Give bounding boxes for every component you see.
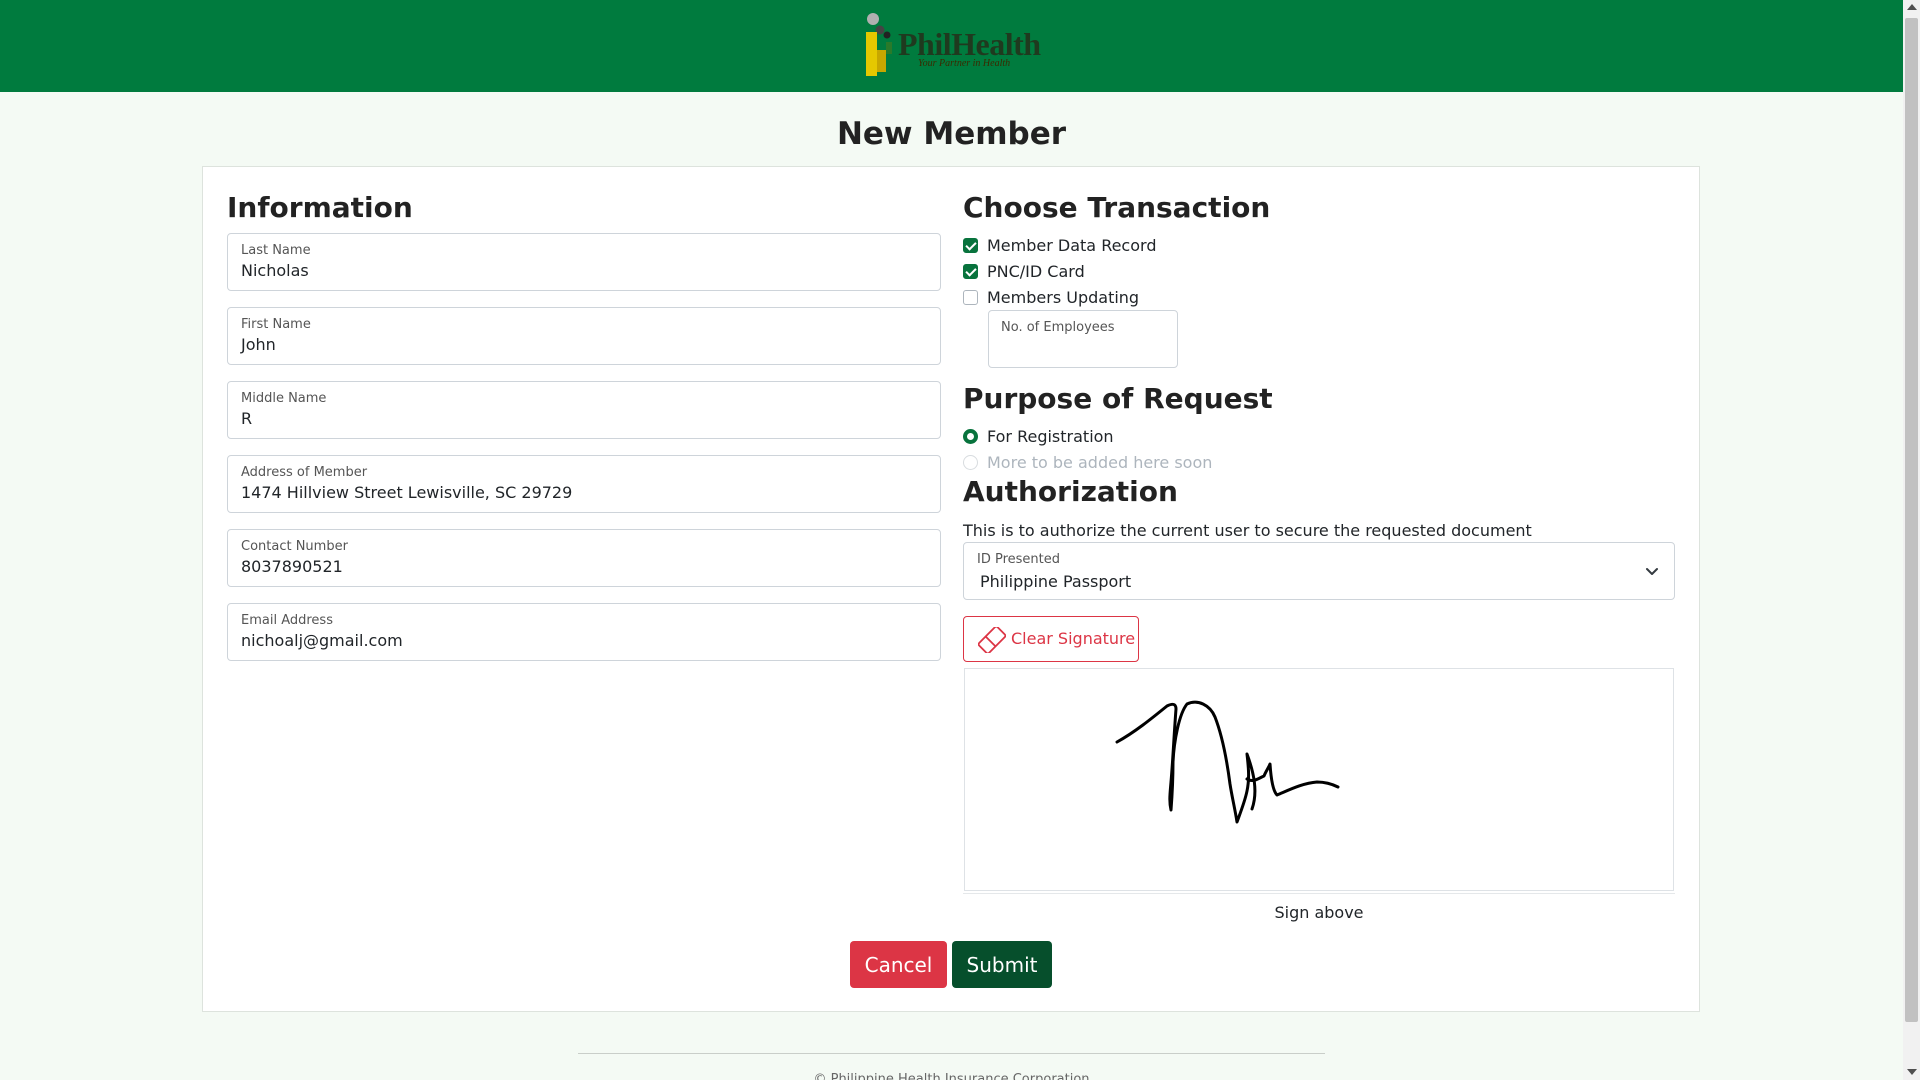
for-registration-label[interactable]: For Registration — [987, 427, 1114, 446]
page-title: New Member — [836, 116, 1067, 152]
email-value[interactable]: nichoalj@gmail.com — [241, 631, 403, 650]
middle-name-value[interactable]: R — [241, 409, 252, 428]
signature-pad[interactable] — [964, 668, 1674, 891]
checkbox-checked-icon[interactable] — [963, 238, 978, 253]
first-name-label: First Name — [241, 317, 311, 332]
member-data-record-label[interactable]: Member Data Record — [987, 236, 1156, 255]
scroll-down-arrow-icon[interactable] — [1907, 1069, 1917, 1075]
authorization-description: This is to authorize the current user to… — [963, 521, 1532, 540]
employees-count-label: No. of Employees — [1001, 320, 1115, 335]
contact-number-field[interactable]: Contact Number 8037890521 — [227, 529, 941, 587]
id-presented-select[interactable]: ID Presented Philippine Passport — [963, 542, 1675, 600]
top-header-bar: PhilHealth Your Partner in Health — [0, 0, 1903, 92]
contact-number-label: Contact Number — [241, 539, 348, 554]
information-heading: Information — [227, 191, 413, 224]
scrollbar-thumb[interactable] — [1905, 18, 1918, 1022]
id-presented-label: ID Presented — [977, 552, 1061, 567]
scroll-up-arrow-icon[interactable] — [1907, 4, 1917, 10]
submit-button[interactable]: Submit — [952, 941, 1052, 988]
purpose-heading: Purpose of Request — [963, 382, 1273, 415]
philhealth-logo[interactable]: PhilHealth Your Partner in Health — [862, 12, 1046, 80]
cancel-button[interactable]: Cancel — [850, 941, 947, 988]
footer-divider — [578, 1053, 1325, 1054]
first-name-field[interactable]: First Name John — [227, 307, 941, 365]
middle-name-label: Middle Name — [241, 391, 327, 406]
last-name-value[interactable]: Nicholas — [241, 261, 309, 280]
radio-selected-icon[interactable] — [963, 429, 978, 444]
pnc-id-card-label[interactable]: PNC/ID Card — [987, 262, 1085, 281]
last-name-label: Last Name — [241, 243, 311, 258]
employees-count-input[interactable]: No. of Employees — [988, 310, 1178, 368]
middle-name-field[interactable]: Middle Name R — [227, 381, 941, 439]
contact-number-value[interactable]: 8037890521 — [241, 557, 343, 576]
chevron-down-icon[interactable] — [1644, 563, 1660, 579]
address-label: Address of Member — [241, 465, 368, 480]
authorization-heading: Authorization — [963, 475, 1178, 508]
checkbox-unchecked-icon[interactable] — [963, 290, 978, 305]
address-field[interactable]: Address of Member 1474 Hillview Street L… — [227, 455, 941, 513]
new-member-form: Information Last Name Nicholas First Nam… — [202, 166, 1700, 1012]
more-options-label: More to be added here soon — [987, 453, 1213, 472]
checkbox-checked-icon[interactable] — [963, 264, 978, 279]
logo-figure-icon — [866, 13, 892, 76]
email-label: Email Address — [241, 613, 333, 628]
page: PhilHealth Your Partner in Health New Me… — [0, 0, 1903, 1080]
clear-signature-button[interactable]: Clear Signature — [963, 616, 1139, 662]
address-value[interactable]: 1474 Hillview Street Lewisville, SC 2972… — [241, 483, 572, 502]
id-presented-value[interactable]: Philippine Passport — [980, 572, 1131, 591]
sign-above-hint: Sign above — [1274, 903, 1364, 922]
last-name-field[interactable]: Last Name Nicholas — [227, 233, 941, 291]
signature-drawing — [1115, 700, 1340, 824]
clear-signature-label[interactable]: Clear Signature — [1011, 629, 1135, 648]
eraser-icon — [978, 627, 1006, 653]
radio-disabled-icon — [963, 455, 978, 470]
signature-divider — [963, 893, 1675, 894]
choose-transaction-heading: Choose Transaction — [963, 191, 1271, 224]
email-field[interactable]: Email Address nichoalj@gmail.com — [227, 603, 941, 661]
first-name-value[interactable]: John — [241, 335, 276, 354]
brand-tagline: Your Partner in Health — [918, 58, 1011, 69]
footer-copyright: © Philippine Health Insurance Corporatio… — [813, 1072, 1090, 1080]
members-updating-label[interactable]: Members Updating — [987, 288, 1139, 307]
